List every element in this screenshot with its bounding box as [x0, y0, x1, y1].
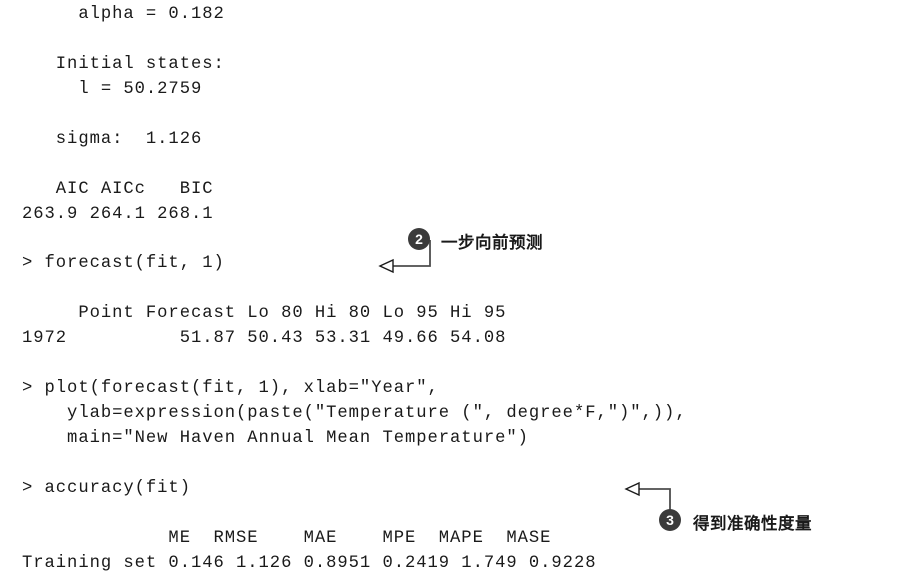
- console-line-ic-header: AIC AICc BIC: [22, 180, 214, 199]
- callout-3-label: 得到准确性度量: [693, 514, 812, 533]
- callout-3-arrowhead-icon: [624, 481, 640, 497]
- console-line-initial-states: Initial states:: [22, 55, 225, 74]
- console-line-ic-values: 263.9 264.1 268.1: [22, 205, 214, 224]
- console-command-forecast: > forecast(fit, 1): [22, 254, 225, 273]
- callout-2-arrowhead-icon: [378, 258, 394, 274]
- console-forecast-table-header: Point Forecast Lo 80 Hi 80 Lo 95 Hi 95: [22, 304, 507, 323]
- callout-2-leader-line: [378, 240, 431, 274]
- console-command-accuracy: > accuracy(fit): [22, 479, 191, 498]
- console-forecast-table-row: 1972 51.87 50.43 53.31 49.66 54.08: [22, 329, 507, 348]
- console-command-plot-line-2: ylab=expression(paste("Temperature (", d…: [22, 404, 687, 423]
- console-command-plot-line-1: > plot(forecast(fit, 1), xlab="Year",: [22, 379, 439, 398]
- console-line-alpha: alpha = 0.182: [22, 5, 225, 24]
- console-line-sigma: sigma: 1.126: [22, 130, 203, 149]
- console-accuracy-table-row: Training set 0.146 1.126 0.8951 0.2419 1…: [22, 554, 597, 573]
- console-accuracy-table-header: ME RMSE MAE MPE MAPE MASE: [22, 529, 552, 548]
- console-command-plot-line-3: main="New Haven Annual Mean Temperature"…: [22, 429, 529, 448]
- callout-2-badge: 2: [408, 228, 430, 250]
- callout-3-badge: 3: [659, 509, 681, 531]
- console-line-initial-level: l = 50.2759: [22, 80, 203, 99]
- console-output-surface: alpha = 0.182 Initial states: l = 50.275…: [0, 0, 903, 580]
- callout-2-label: 一步向前预测: [441, 233, 543, 252]
